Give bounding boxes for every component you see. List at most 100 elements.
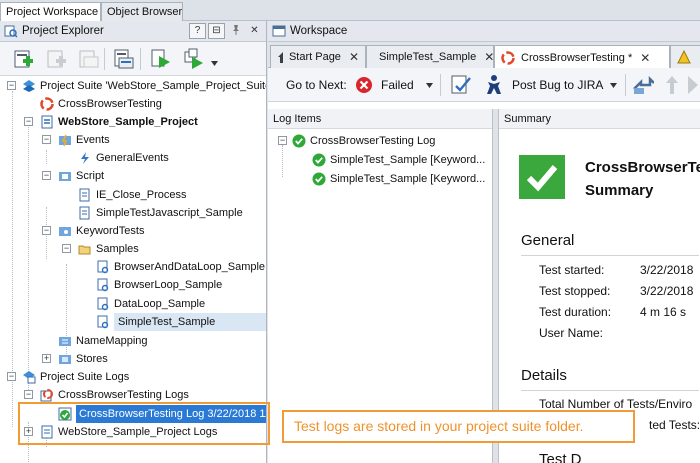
tree-item-label: NameMapping (76, 335, 148, 347)
tree-item-webstore-project[interactable]: WebStore_Sample_Project (40, 113, 198, 131)
tree-item-ie-close-process[interactable]: IE_Close_Process (78, 186, 187, 204)
expand-toggle[interactable]: − (24, 390, 33, 399)
tree-item-project-suite-logs[interactable]: Project Suite Logs (22, 368, 129, 386)
tab-overflow[interactable] (670, 45, 700, 68)
callout-tooltip: Test logs are stored in your project sui… (282, 410, 635, 443)
divider (521, 255, 699, 256)
tree-item-label: GeneralEvents (96, 152, 169, 164)
tree-item-keywordtests[interactable]: KeywordTests (58, 222, 144, 240)
tree-item-crossbrowsertesting[interactable]: CrossBrowserTesting (40, 95, 162, 113)
log-item-root[interactable]: CrossBrowserTesting Log (292, 132, 435, 150)
pin-icon[interactable] (227, 23, 244, 39)
log-item[interactable]: SimpleTest_Sample [Keyword... (312, 170, 485, 188)
tree-item-label: BrowserLoop_Sample (114, 279, 223, 291)
crossbrowsertesting-logs-icon (40, 389, 53, 402)
error-icon (356, 77, 372, 93)
test-duration-label: Test duration: (539, 305, 612, 319)
close-icon[interactable]: ✕ (484, 50, 494, 64)
toolbar-separator (440, 74, 441, 96)
tab-crossbrowsertesting[interactable]: CrossBrowserTesting * ✕ (494, 45, 670, 69)
close-icon[interactable]: ✕ (349, 50, 359, 64)
tree-item-label: Stores (76, 353, 108, 365)
post-bug-label: Post Bug to JIRA (512, 78, 604, 92)
failed-label: Failed (381, 78, 414, 92)
crossbrowsertesting-icon (40, 97, 54, 111)
tree-item-script[interactable]: Script (58, 167, 104, 185)
failed-button[interactable]: Failed (355, 68, 414, 102)
jira-bug-icon (487, 75, 501, 94)
help-button[interactable]: ? (189, 23, 206, 39)
script-folder-icon (59, 172, 71, 181)
tab-start-page[interactable]: Start Page ✕ (270, 45, 366, 68)
chevron-down-icon[interactable] (426, 83, 434, 89)
log-item-label: SimpleTest_Sample [Keyword... (330, 154, 486, 166)
logs-folder-icon (23, 371, 36, 384)
expand-toggle[interactable]: − (24, 117, 33, 126)
expand-toggle[interactable]: − (42, 171, 51, 180)
log-navigation-toolbar: Go to Next: Failed Post Bug to JIRA (268, 68, 700, 102)
collapse-button[interactable]: ⊟ (208, 23, 225, 39)
arrow-next-icon[interactable] (686, 75, 700, 95)
tree-item-namemapping[interactable]: NameMapping (58, 332, 148, 350)
log-item[interactable]: SimpleTest_Sample [Keyword... (312, 151, 485, 169)
tree-item-label: Project Suite Logs (40, 371, 130, 383)
tree-item-label: Project Suite 'WebStore_Sample_Project_S… (40, 80, 267, 92)
chevron-down-icon[interactable] (610, 83, 618, 89)
add-existing-item-icon[interactable] (45, 48, 67, 70)
arrow-up-icon[interactable] (665, 75, 679, 95)
workspace-icon (272, 25, 286, 37)
keyword-test-icon (97, 278, 109, 292)
details-heading: Details (521, 367, 567, 384)
tree-item-project-suite[interactable]: Project Suite 'WebStore_Sample_Project_S… (22, 77, 267, 95)
remove-item-icon[interactable] (77, 48, 99, 70)
summary-title: CrossBrowserTe (585, 159, 700, 176)
expand-toggle[interactable]: − (42, 226, 51, 235)
tree-item-generalevents[interactable]: GeneralEvents (78, 149, 169, 167)
add-new-item-icon[interactable] (12, 48, 34, 70)
lightning-icon (81, 152, 89, 164)
workspace-titlebar: Workspace (268, 21, 700, 42)
tab-object-browser[interactable]: Object Browser (101, 2, 183, 21)
tree-item-simpletest-sample[interactable]: SimpleTest_Sample (96, 313, 266, 331)
tree-item-label: Events (76, 134, 110, 146)
tree-item-stores[interactable]: Stores (58, 350, 108, 368)
post-bug-jira-button[interactable]: Post Bug to JIRA (484, 68, 603, 102)
close-icon[interactable]: ✕ (640, 51, 650, 65)
tree-item-dataloop[interactable]: DataLoop_Sample (96, 295, 205, 313)
tab-label: SimpleTest_Sample (379, 51, 477, 63)
properties-icon[interactable] (113, 48, 135, 70)
tree-item-simpletestjavascript[interactable]: SimpleTestJavascript_Sample (78, 204, 243, 222)
tree-item-label: SimpleTest_Sample (114, 313, 266, 331)
top-tab-strip: Project Workspace Object Browser (0, 0, 700, 22)
expand-toggle[interactable]: − (7, 81, 16, 90)
close-icon[interactable]: ✕ (246, 23, 263, 39)
namemapping-icon (59, 337, 71, 346)
tree-item-label: Script (76, 170, 105, 182)
share-icon[interactable] (632, 75, 654, 95)
tree-item-samples[interactable]: Samples (78, 240, 139, 258)
tree-item-browserloop[interactable]: BrowserLoop_Sample (96, 276, 222, 294)
expand-toggle[interactable]: − (278, 136, 287, 145)
tree-item-label: Samples (96, 243, 139, 255)
run-suite-icon[interactable] (183, 48, 205, 70)
tree-item-label: BrowserAndDataLoop_Sample (114, 261, 266, 273)
test-started-value: 3/22/2018 (640, 263, 694, 277)
tab-simpletest-sample[interactable]: SimpleTest_Sample ✕ (366, 45, 494, 68)
expand-toggle[interactable]: − (42, 135, 51, 144)
user-name-label: User Name: (539, 326, 604, 340)
expand-toggle[interactable]: − (7, 372, 16, 381)
properties-check-icon[interactable] (450, 74, 472, 96)
tree-item-label: IE_Close_Process (96, 189, 187, 201)
project-icon (41, 115, 53, 129)
tree-item-browseranddataloop[interactable]: BrowserAndDataLoop_Sample (96, 258, 265, 276)
tab-project-workspace[interactable]: Project Workspace (0, 2, 101, 22)
expand-toggle[interactable]: − (62, 244, 71, 253)
expand-toggle[interactable]: + (42, 354, 51, 363)
summary-header: Summary (499, 109, 700, 129)
document-tabs: Start Page ✕ SimpleTest_Sample ✕ CrossBr… (268, 42, 700, 69)
chevron-down-icon[interactable] (211, 61, 219, 67)
tree-item-events[interactable]: Events (58, 131, 110, 149)
tree-item-label: DataLoop_Sample (114, 298, 206, 310)
tab-label: CrossBrowserTesting * (521, 51, 633, 64)
run-project-icon[interactable] (150, 48, 172, 70)
